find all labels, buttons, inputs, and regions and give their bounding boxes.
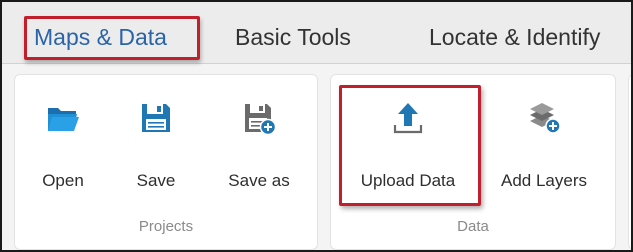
add-layers-label: Add Layers bbox=[501, 171, 587, 190]
next-group-edge bbox=[628, 74, 631, 250]
data-group: Upload Data Add Layers Data bbox=[330, 74, 616, 250]
app-window: Maps & Data Basic Tools Locate & Identif… bbox=[0, 0, 633, 252]
upload-data-label: Upload Data bbox=[360, 171, 456, 190]
save-label: Save bbox=[136, 171, 176, 190]
floppy-save-icon bbox=[142, 104, 170, 132]
save-as-button[interactable]: Save as bbox=[213, 91, 305, 201]
add-layers-icon bbox=[530, 103, 561, 134]
projects-group: Open Save Save as Projects bbox=[14, 74, 318, 250]
save-as-label: Save as bbox=[228, 171, 290, 190]
tab-locate-and-identify[interactable]: Locate & Identify bbox=[429, 22, 600, 52]
tab-maps-and-data[interactable]: Maps & Data bbox=[34, 22, 167, 52]
floppy-save-as-icon bbox=[245, 104, 276, 135]
upload-data-button[interactable]: Upload Data bbox=[333, 91, 483, 201]
data-group-label: Data bbox=[457, 218, 489, 235]
projects-group-label: Projects bbox=[138, 218, 194, 235]
save-button[interactable]: Save bbox=[110, 91, 202, 201]
ribbon-panel: Open Save Save as Projects Upload Data A… bbox=[2, 64, 631, 250]
upload-icon bbox=[393, 103, 423, 134]
tab-basic-tools[interactable]: Basic Tools bbox=[235, 22, 351, 52]
open-button[interactable]: Open bbox=[17, 91, 109, 201]
add-layers-button[interactable]: Add Layers bbox=[491, 91, 597, 201]
folder-open-icon bbox=[48, 108, 79, 131]
ribbon-tab-bar: Maps & Data Basic Tools Locate & Identif… bbox=[2, 2, 631, 64]
open-label: Open bbox=[42, 171, 84, 190]
